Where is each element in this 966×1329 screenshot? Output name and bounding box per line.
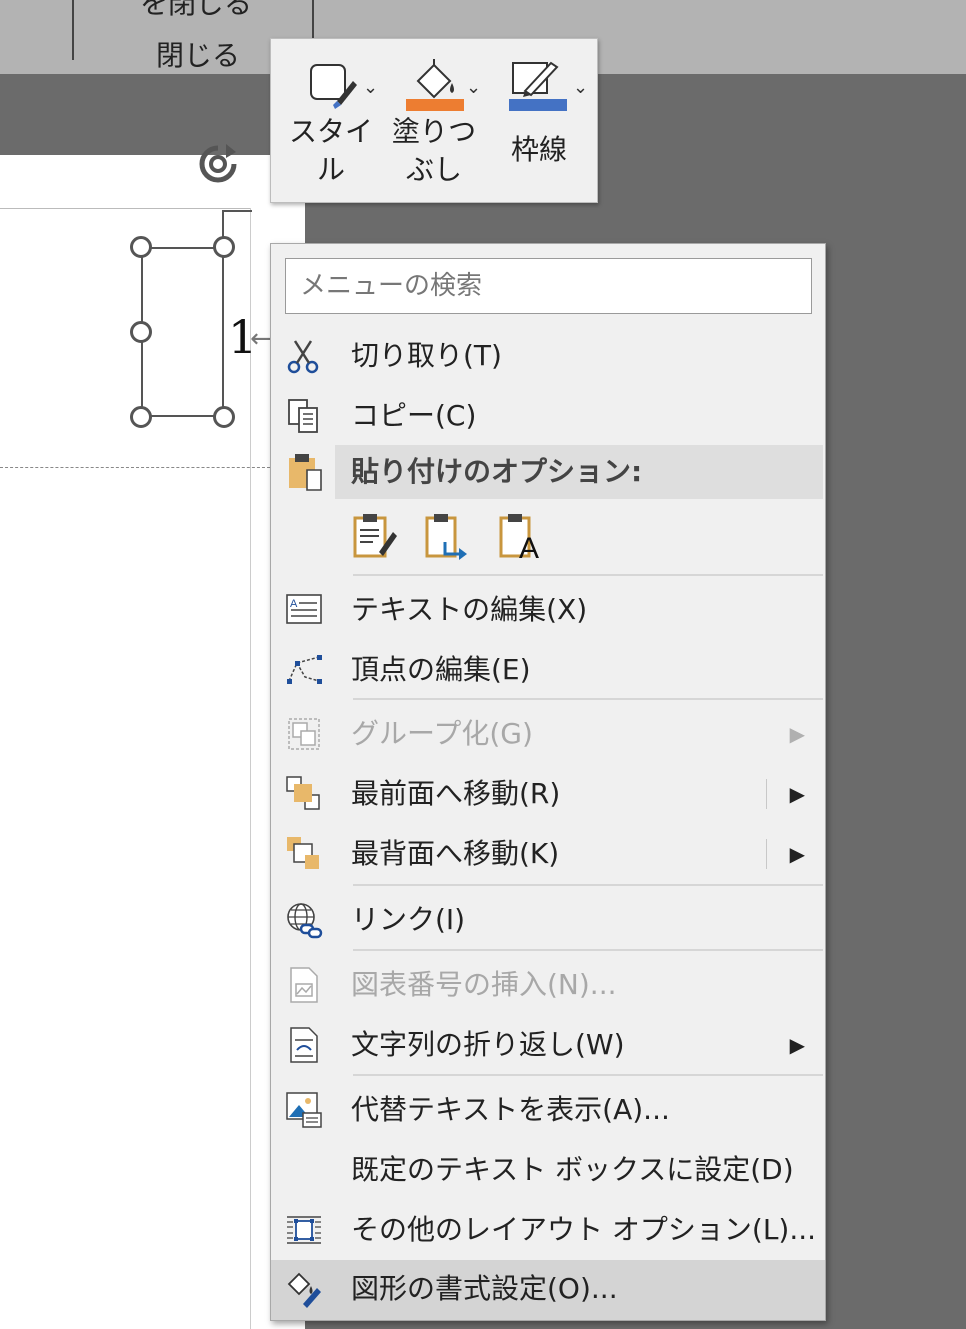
shape-style-icon xyxy=(310,64,357,109)
fill-label-line1: 塗りつ xyxy=(391,115,477,148)
resize-handle-top-middle[interactable] xyxy=(213,236,235,258)
menu-item-label: 図表番号の挿入(N)... xyxy=(351,968,617,1001)
menu-item-insert-caption[interactable]: 図表番号の挿入(N)... xyxy=(271,956,825,1014)
paste-use-destination-theme-icon[interactable] xyxy=(351,512,399,564)
paste-options-header: 貼り付けのオプション: xyxy=(335,445,823,499)
style-label-line1: スタイ xyxy=(288,115,373,148)
group-icon xyxy=(288,718,320,750)
left-arrow-icon: ← xyxy=(250,324,272,354)
menu-item-label: 切り取り(T) xyxy=(351,339,502,372)
menu-item-cut[interactable]: 切り取り(T) xyxy=(271,327,825,385)
menu-item-label: 図形の書式設定(O)... xyxy=(351,1272,618,1305)
caption-icon xyxy=(290,967,318,1003)
svg-text:A: A xyxy=(290,598,298,610)
menu-separator xyxy=(353,949,823,951)
text-boundary-dashed xyxy=(0,467,270,468)
paint-bucket-icon xyxy=(406,59,464,111)
ribbon-close-label-partial: を閉じる xyxy=(140,0,253,20)
menu-item-label: その他のレイアウト オプション(L)... xyxy=(351,1213,817,1246)
paste-clipboard-icon xyxy=(289,454,322,491)
style-label-line2: ル xyxy=(316,153,345,186)
menu-search-input[interactable]: メニューの検索 xyxy=(285,258,812,314)
menu-item-label: 文字列の折り返し(W) xyxy=(351,1028,625,1061)
paste-merge-formatting-icon[interactable] xyxy=(423,512,471,564)
paste-options-label: 貼り付けのオプション: xyxy=(351,455,643,488)
layout-options-icon xyxy=(287,1216,321,1244)
menu-item-more-layout-options[interactable]: その他のレイアウト オプション(L)... xyxy=(271,1201,825,1259)
submenu-arrow-icon[interactable]: ▶ xyxy=(790,825,805,883)
link-globe-icon xyxy=(287,903,323,939)
menu-separator xyxy=(353,574,823,576)
text-box-icon: A xyxy=(286,594,322,624)
menu-item-label: 最前面へ移動(R) xyxy=(351,777,561,810)
margin-guide-horizontal xyxy=(0,208,250,209)
menu-item-label: グループ化(G) xyxy=(351,717,533,750)
chevron-down-icon: ⌄ xyxy=(363,77,379,98)
paste-keep-text-only-icon[interactable]: A xyxy=(497,512,545,565)
menu-item-alt-text[interactable]: 代替テキストを表示(A)... xyxy=(271,1081,825,1139)
margin-guide-vertical xyxy=(250,208,251,1329)
submenu-divider xyxy=(766,779,767,809)
chevron-down-icon: ⌄ xyxy=(573,77,589,98)
close-button[interactable]: 閉じる xyxy=(156,34,240,74)
menu-item-edit-points[interactable]: 頂点の編集(E) xyxy=(271,641,825,699)
menu-item-edit-text[interactable]: A テキストの編集(X) xyxy=(271,581,825,639)
edit-points-icon xyxy=(287,655,322,684)
submenu-arrow-icon[interactable]: ▶ xyxy=(790,765,805,823)
rotate-handle-icon[interactable] xyxy=(196,142,240,186)
menu-item-copy[interactable]: コピー(C) xyxy=(271,387,825,445)
menu-item-format-shape[interactable]: 図形の書式設定(O)... xyxy=(271,1260,825,1320)
resize-handle-bottom-left[interactable] xyxy=(130,406,152,428)
menu-item-label: リンク(I) xyxy=(351,903,466,936)
resize-handle-top-left[interactable] xyxy=(130,236,152,258)
paste-text-only-letter: A xyxy=(519,532,540,565)
menu-item-set-default-text-box[interactable]: 既定のテキスト ボックスに設定(D) xyxy=(271,1141,825,1199)
outline-label: 枠線 xyxy=(510,133,567,166)
menu-separator xyxy=(353,698,823,700)
outline-button[interactable]: ⌄ 枠線 xyxy=(489,55,589,169)
fill-button[interactable]: ⌄ 塗りつ ぶし xyxy=(384,55,484,189)
rotate-connector-horizontal xyxy=(222,210,252,212)
menu-item-bring-to-front[interactable]: 最前面へ移動(R) ▶ xyxy=(271,765,825,823)
resize-handle-bottom-middle[interactable] xyxy=(213,406,235,428)
fill-label-line2: ぶし xyxy=(405,153,462,186)
menu-item-label: 既定のテキスト ボックスに設定(D) xyxy=(351,1153,794,1186)
mini-toolbar: ⌄ スタイ ル ⌄ 塗りつ ぶし ⌄ 枠線 xyxy=(270,38,598,203)
menu-item-group[interactable]: グループ化(G) ▶ xyxy=(271,705,825,763)
selected-shape[interactable] xyxy=(141,247,224,417)
menu-item-label: テキストの編集(X) xyxy=(351,593,588,626)
menu-item-send-to-back[interactable]: 最背面へ移動(K) ▶ xyxy=(271,825,825,883)
format-shape-icon xyxy=(287,1272,321,1308)
submenu-divider xyxy=(766,839,767,869)
wrap-text-icon xyxy=(290,1027,318,1063)
menu-item-label: コピー(C) xyxy=(351,399,477,432)
menu-item-link[interactable]: リンク(I) xyxy=(271,891,825,949)
context-menu: メニューの検索 切り取り(T) コピー(C) 貼り付けのオプション: A A テ… xyxy=(270,243,826,1321)
ribbon-separator xyxy=(72,0,74,60)
menu-separator xyxy=(353,884,823,886)
menu-item-wrap-text[interactable]: 文字列の折り返し(W) ▶ xyxy=(271,1016,825,1074)
menu-item-label: 頂点の編集(E) xyxy=(351,653,531,686)
alt-text-icon xyxy=(286,1092,322,1128)
send-to-back-icon xyxy=(287,837,319,869)
scissors-icon xyxy=(287,340,319,374)
resize-handle-middle-left[interactable] xyxy=(130,321,152,343)
submenu-arrow-icon[interactable]: ▶ xyxy=(790,1016,805,1074)
menu-separator xyxy=(353,1074,823,1076)
pen-outline-icon xyxy=(509,61,567,111)
chevron-down-icon: ⌄ xyxy=(466,77,482,98)
submenu-arrow-icon: ▶ xyxy=(789,722,805,746)
bring-to-front-icon xyxy=(286,776,320,810)
style-button[interactable]: ⌄ スタイ ル xyxy=(281,55,381,189)
copy-icon xyxy=(288,399,318,433)
menu-item-label: 代替テキストを表示(A)... xyxy=(351,1093,670,1126)
menu-item-label: 最背面へ移動(K) xyxy=(351,837,560,870)
